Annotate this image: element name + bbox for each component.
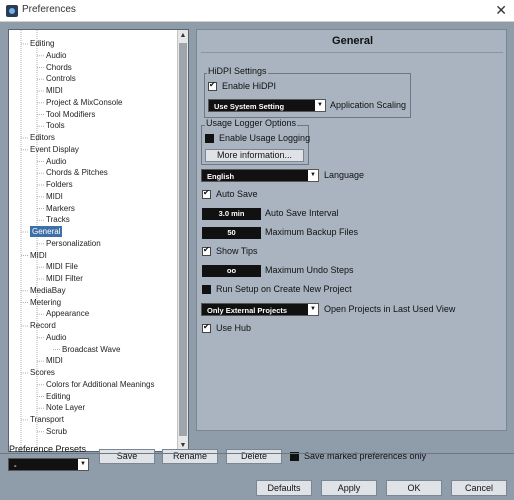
auto-save-checkbox[interactable] [202, 188, 211, 199]
defaults-button[interactable]: Defaults [256, 480, 312, 496]
preference-presets-label: Preference Presets [9, 444, 87, 454]
language-label: Language [324, 170, 365, 180]
enable-hidpi-label: Enable HiDPI [222, 81, 277, 91]
maximum-undo-steps-field[interactable]: oo [202, 265, 261, 277]
tree-item[interactable]: Metering [30, 297, 61, 308]
run-setup-label: Run Setup on Create New Project [216, 284, 352, 294]
enable-usage-logging-checkbox[interactable] [205, 134, 214, 143]
dropdown-arrow-icon: ▼ [78, 459, 88, 470]
run-setup-checkbox[interactable] [202, 285, 211, 294]
more-information-button[interactable]: More information... [205, 149, 304, 162]
tree-item[interactable]: Chords [46, 62, 72, 73]
auto-save-interval-label: Auto Save Interval [265, 208, 339, 218]
tree-item[interactable]: Tracks [46, 214, 70, 225]
tree-item[interactable]: MIDI Filter [46, 273, 83, 284]
open-projects-label: Open Projects in Last Used View [324, 304, 456, 314]
tree-item[interactable]: MIDI [46, 355, 63, 366]
tree-item[interactable]: Markers [46, 203, 75, 214]
category-tree-panel: Editing Audio Chords Controls MIDI Project & … [8, 29, 189, 452]
apply-button[interactable]: Apply [321, 480, 377, 496]
tree-item[interactable]: MIDI [30, 250, 47, 261]
tree-item[interactable]: Record [30, 320, 56, 331]
tree-item[interactable]: Scrub [46, 426, 67, 437]
tree-item[interactable]: Tools [46, 120, 65, 131]
enable-usage-logging-label: Enable Usage Logging [219, 133, 311, 143]
delete-preset-button[interactable]: Delete [226, 449, 282, 464]
tree-item[interactable]: Project & MixConsole [46, 97, 122, 108]
preference-presets-value: - [14, 461, 17, 470]
hidpi-group-label: HiDPI Settings [207, 66, 268, 76]
tree-item[interactable]: Broadcast Wave [62, 344, 120, 355]
use-hub-checkbox[interactable] [202, 322, 211, 333]
tree-item[interactable]: Audio [46, 156, 66, 167]
tree-item[interactable]: Appearance [46, 308, 89, 319]
app-icon [6, 5, 18, 17]
show-tips-checkbox[interactable] [202, 245, 211, 256]
tree-item[interactable]: Audio [46, 332, 66, 343]
tree-item[interactable]: Scores [30, 367, 55, 378]
tree-item[interactable]: Editing [30, 38, 54, 49]
footer-divider [0, 453, 514, 454]
tree-item[interactable]: Colors for Additional Meanings [46, 379, 155, 390]
usage-logger-group-label: Usage Logger Options [205, 118, 298, 128]
open-projects-value: Only External Projects [207, 306, 288, 315]
tree-item[interactable]: Note Layer [46, 402, 85, 413]
tree-item[interactable]: Event Display [30, 144, 79, 155]
application-scaling-value: Use System Setting [214, 102, 285, 111]
maximum-undo-steps-label: Maximum Undo Steps [265, 265, 354, 275]
title-bar: Preferences ✕ [0, 0, 514, 22]
tree-item[interactable]: Tool Modifiers [46, 109, 95, 120]
maximum-backup-files-field[interactable]: 50 [202, 227, 261, 239]
tree-item[interactable]: Transport [30, 414, 64, 425]
open-projects-dropdown[interactable]: Only External Projects ▼ [201, 303, 319, 316]
dropdown-arrow-icon: ▼ [315, 100, 325, 111]
tree-item[interactable]: Chords & Pitches [46, 167, 108, 178]
title-divider [201, 52, 503, 53]
general-settings-panel: General HiDPI Settings Enable HiDPI Use … [196, 29, 507, 431]
scroll-up-icon[interactable]: ▲ [178, 30, 188, 41]
save-preset-button[interactable]: Save [99, 449, 155, 464]
rename-preset-button[interactable]: Rename [162, 449, 218, 464]
tree-item[interactable]: MIDI [46, 191, 63, 202]
preferences-body: Editing Audio Chords Controls MIDI Project & … [0, 22, 514, 500]
save-marked-only-label: Save marked preferences only [304, 451, 427, 461]
language-value: English [207, 172, 235, 181]
auto-save-interval-field[interactable]: 3.0 min [202, 208, 261, 220]
tree-item[interactable]: MediaBay [30, 285, 66, 296]
close-icon[interactable]: ✕ [495, 2, 507, 19]
window-title: Preferences [22, 4, 76, 15]
tree-item[interactable]: MIDI File [46, 261, 78, 272]
language-dropdown[interactable]: English ▼ [201, 169, 319, 182]
scroll-thumb[interactable] [179, 43, 187, 436]
dropdown-arrow-icon: ▼ [308, 304, 318, 315]
tree-scrollbar[interactable]: ▲ ▼ [177, 30, 188, 451]
tree-item[interactable]: General [30, 226, 63, 237]
tree-item[interactable]: Personalization [46, 238, 101, 249]
application-scaling-label: Application Scaling [330, 100, 407, 110]
tree-item[interactable]: Audio [46, 50, 66, 61]
panel-title: General [332, 35, 373, 47]
tree-item[interactable]: Editors [30, 132, 55, 143]
auto-save-label: Auto Save [216, 189, 258, 199]
ok-button[interactable]: OK [386, 480, 442, 496]
tree-item[interactable]: Editing [46, 391, 70, 402]
use-hub-label: Use Hub [216, 323, 252, 333]
dropdown-arrow-icon: ▼ [308, 170, 318, 181]
application-scaling-dropdown[interactable]: Use System Setting ▼ [208, 99, 326, 112]
maximum-backup-files-label: Maximum Backup Files [265, 227, 359, 237]
enable-hidpi-checkbox[interactable] [208, 80, 217, 91]
tree-item[interactable]: MIDI [46, 85, 63, 96]
tree-item[interactable]: Controls [46, 73, 76, 84]
preference-presets-dropdown[interactable]: - ▼ [8, 458, 89, 471]
category-tree: Editing Audio Chords Controls MIDI Project & … [9, 30, 177, 451]
cancel-button[interactable]: Cancel [451, 480, 507, 496]
tree-item[interactable]: Folders [46, 179, 73, 190]
show-tips-label: Show Tips [216, 246, 258, 256]
